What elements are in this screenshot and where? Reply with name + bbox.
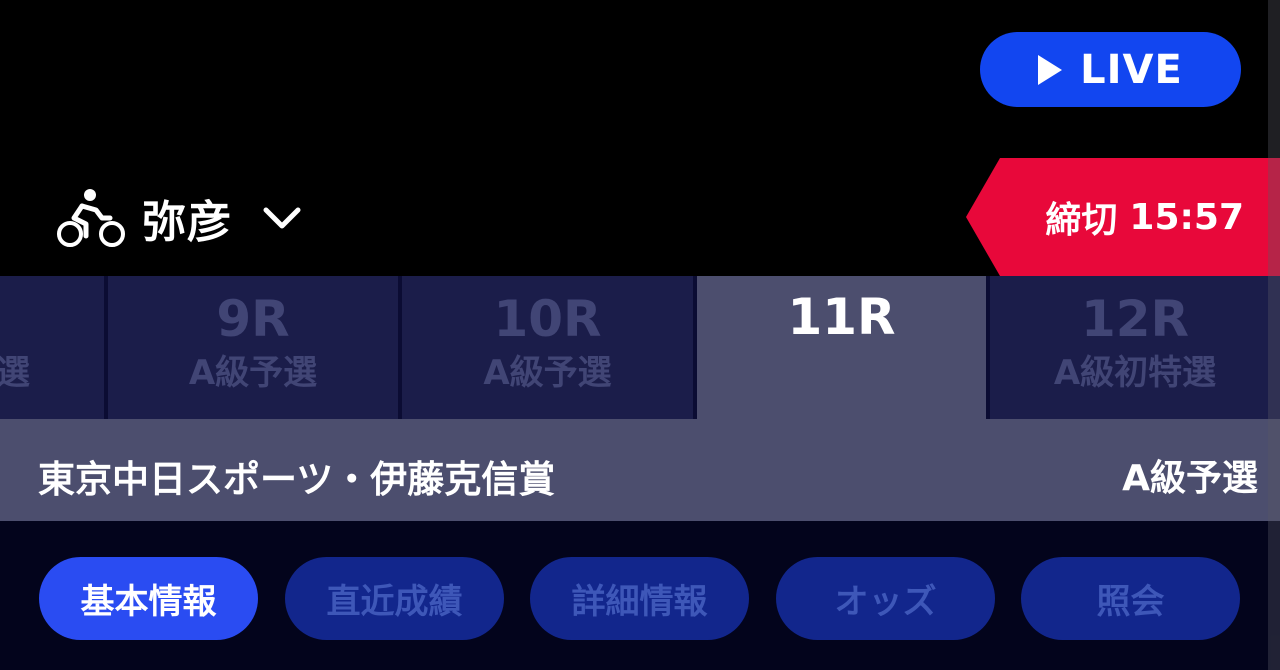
- race-tab-class: A級初特選: [1053, 353, 1217, 393]
- sub-tabs: 基本情報 直近成績 詳細情報 オッズ 照会: [0, 521, 1280, 670]
- race-tab-number: [0, 294, 104, 344]
- tab-label: オッズ: [834, 582, 937, 622]
- venue-selector[interactable]: 弥彦: [56, 186, 302, 250]
- race-info-bar: 東京中日スポーツ・伊藤克信賞 A級予選: [0, 419, 1280, 521]
- race-screen: LIVE 弥彦 締切 15:57 選 9R A級予選 10R A級予選 11R …: [0, 0, 1280, 670]
- tab-label: 詳細情報: [571, 582, 708, 622]
- deadline-badge: 締切 15:57: [966, 158, 1280, 276]
- venue-name: 弥彦: [142, 197, 232, 248]
- tab-inquiry[interactable]: 照会: [1021, 557, 1240, 640]
- deadline-label: 締切: [1045, 200, 1118, 241]
- race-tab-number: 11R: [787, 288, 896, 346]
- race-grade: A級予選: [1122, 458, 1258, 499]
- race-tab-class: A級予選: [483, 353, 612, 393]
- live-label: LIVE: [1080, 46, 1183, 93]
- race-tab-10[interactable]: 10R A級予選: [402, 276, 693, 419]
- tab-label: 直近成績: [326, 582, 463, 622]
- race-tab-number: 12R: [1080, 290, 1190, 348]
- tab-label: 照会: [1096, 582, 1165, 622]
- race-tab-number: 9R: [216, 290, 290, 348]
- race-tab-9[interactable]: 9R A級予選: [108, 276, 398, 419]
- chevron-down-icon: [263, 207, 301, 229]
- race-tab-11[interactable]: 11R: [697, 276, 986, 419]
- deadline-time: 15:57: [1129, 196, 1244, 238]
- tab-detail-info[interactable]: 詳細情報: [530, 557, 749, 640]
- race-tab-number: 10R: [493, 290, 602, 348]
- scroll-edge: [1268, 0, 1280, 670]
- race-tab-class: 選: [0, 353, 30, 393]
- race-tab-12[interactable]: 12R A級初特選: [990, 276, 1280, 419]
- tab-odds[interactable]: オッズ: [776, 557, 995, 640]
- tab-basic-info[interactable]: 基本情報: [39, 557, 258, 640]
- live-button[interactable]: LIVE: [980, 32, 1241, 107]
- bicycle-icon: [57, 189, 125, 247]
- race-title: 東京中日スポーツ・伊藤克信賞: [38, 458, 556, 501]
- race-tab-class: A級予選: [188, 353, 318, 393]
- tab-label: 基本情報: [80, 582, 217, 622]
- race-tab-8[interactable]: 選: [0, 276, 104, 419]
- race-tabs: 選 9R A級予選 10R A級予選 11R 12R A級初特選: [0, 276, 1280, 419]
- play-icon: [1038, 54, 1063, 85]
- tab-recent-results[interactable]: 直近成績: [285, 557, 504, 640]
